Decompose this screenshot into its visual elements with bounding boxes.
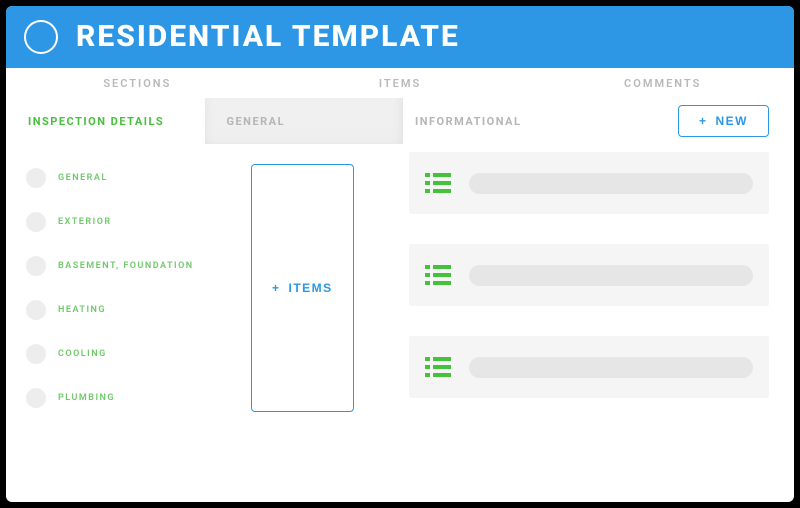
section-dot-icon (26, 256, 46, 276)
subtab-inspection-details[interactable]: INSPECTION DETAILS (6, 98, 205, 144)
right-heading: INFORMATIONAL (415, 115, 521, 128)
subtab-general[interactable]: GENERAL (205, 98, 404, 144)
section-row-cooling[interactable]: COOLING (18, 340, 235, 368)
card-list (403, 144, 794, 502)
content-placeholder (469, 357, 753, 378)
items-button[interactable]: + ITEMS (251, 164, 354, 412)
items-button-label: ITEMS (289, 281, 333, 295)
section-row-plumbing[interactable]: PLUMBING (18, 384, 235, 412)
items-button-wrap: + ITEMS (251, 164, 391, 412)
section-row-heating[interactable]: HEATING (18, 296, 235, 324)
section-row-general[interactable]: GENERAL (18, 164, 235, 192)
bullet-list-icon (425, 265, 451, 285)
section-list: GENERAL EXTERIOR BASEMENT, FOUNDATION HE… (18, 164, 235, 412)
new-button-label: NEW (716, 114, 749, 128)
section-label: EXTERIOR (58, 217, 112, 227)
plus-icon: + (699, 115, 708, 127)
left-column: INSPECTION DETAILS GENERAL GENERAL EXTER… (6, 98, 403, 502)
section-dot-icon (26, 388, 46, 408)
info-card[interactable] (409, 336, 769, 398)
left-body: GENERAL EXTERIOR BASEMENT, FOUNDATION HE… (6, 144, 403, 412)
section-dot-icon (26, 212, 46, 232)
section-dot-icon (26, 168, 46, 188)
left-subtabs: INSPECTION DETAILS GENERAL (6, 98, 403, 144)
section-label: BASEMENT, FOUNDATION (58, 261, 194, 271)
new-button[interactable]: + NEW (678, 105, 769, 137)
nav-tabs: SECTIONS ITEMS COMMENTS (6, 68, 794, 98)
nav-tab-sections[interactable]: SECTIONS (6, 68, 269, 98)
top-bar: RESIDENTIAL TEMPLATE (6, 6, 794, 68)
nav-tab-comments[interactable]: COMMENTS (531, 68, 794, 98)
nav-tab-items[interactable]: ITEMS (269, 68, 532, 98)
bullet-list-icon (425, 173, 451, 193)
right-column: INFORMATIONAL + NEW (403, 98, 794, 502)
content-placeholder (469, 173, 753, 194)
app-frame: RESIDENTIAL TEMPLATE SECTIONS ITEMS COMM… (6, 6, 794, 502)
section-label: GENERAL (58, 173, 108, 183)
page-title: RESIDENTIAL TEMPLATE (76, 22, 460, 52)
info-card[interactable] (409, 152, 769, 214)
section-row-exterior[interactable]: EXTERIOR (18, 208, 235, 236)
section-label: HEATING (58, 305, 106, 315)
section-label: PLUMBING (58, 393, 115, 403)
content-placeholder (469, 265, 753, 286)
section-dot-icon (26, 300, 46, 320)
right-header: INFORMATIONAL + NEW (403, 98, 794, 144)
section-label: COOLING (58, 349, 107, 359)
content-area: INSPECTION DETAILS GENERAL GENERAL EXTER… (6, 98, 794, 502)
section-row-basement-foundation[interactable]: BASEMENT, FOUNDATION (18, 252, 235, 280)
plus-icon: + (272, 282, 281, 294)
section-dot-icon (26, 344, 46, 364)
avatar-circle-icon (24, 20, 58, 54)
bullet-list-icon (425, 357, 451, 377)
info-card[interactable] (409, 244, 769, 306)
